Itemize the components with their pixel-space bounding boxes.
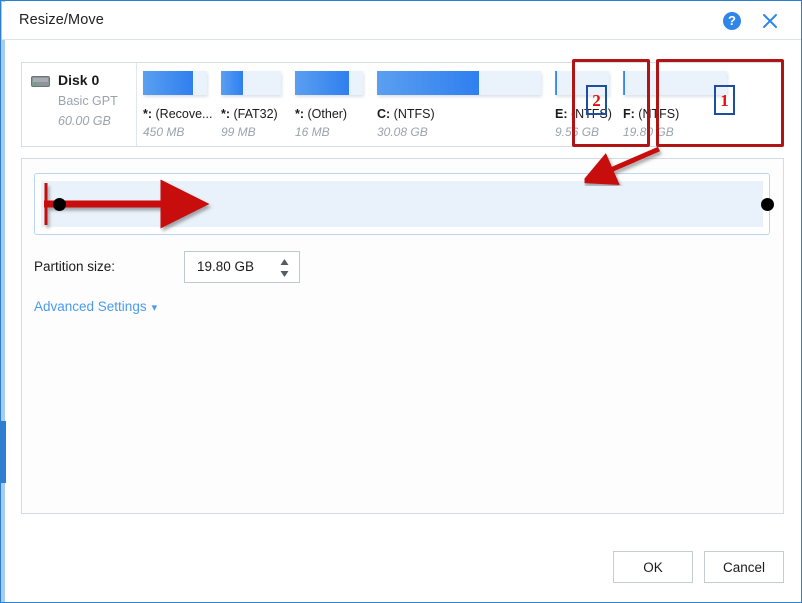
partition-label: *: (Other) bbox=[295, 107, 377, 121]
partition-label: E: (NTFS) bbox=[555, 107, 623, 121]
partition-usage-bar bbox=[623, 71, 727, 95]
partition-list: *: (Recove... 450 MB *: (FAT32) 99 MB *: (Ot… bbox=[137, 63, 783, 146]
disk-size: 60.00 GB bbox=[58, 114, 111, 128]
partition-size-text: 450 MB bbox=[143, 125, 185, 139]
partition-c-3[interactable]: C: (NTFS) 30.08 GB bbox=[377, 63, 555, 146]
window-left-accent-highlight bbox=[1, 421, 6, 483]
partition-filesystem: (NTFS) bbox=[567, 107, 612, 121]
advanced-settings-link[interactable]: Advanced Settings ▾ bbox=[34, 299, 157, 314]
disk-info: Disk 0 Basic GPT 60.00 GB bbox=[22, 63, 137, 146]
partition-usage-bar bbox=[555, 71, 609, 95]
partition-filesystem: (Other) bbox=[304, 107, 348, 121]
partition-size-text: 16 MB bbox=[295, 125, 330, 139]
ok-button[interactable]: OK bbox=[613, 551, 693, 583]
partition-label: C: (NTFS) bbox=[377, 107, 555, 121]
partition-*-2[interactable]: *: (Other) 16 MB bbox=[295, 63, 377, 146]
partition-size-value[interactable]: 19.80 GB bbox=[197, 259, 254, 274]
partition-label: *: (Recove... bbox=[143, 107, 221, 121]
partition-filesystem: (NTFS) bbox=[390, 107, 435, 121]
resize-handle-right[interactable] bbox=[761, 198, 774, 211]
partition-usage-bar bbox=[295, 71, 363, 95]
partition-size-text: 30.08 GB bbox=[377, 125, 428, 139]
resize-handle-left[interactable] bbox=[53, 198, 66, 211]
partition-drive-letter: C: bbox=[377, 107, 391, 121]
help-circle-icon[interactable]: ? bbox=[723, 12, 741, 30]
partition-used-fill bbox=[221, 71, 243, 95]
chevron-down-icon: ▾ bbox=[151, 302, 158, 314]
partition-f-5[interactable]: F: (NTFS) 19.80 GB bbox=[623, 63, 741, 146]
window-title: Resize/Move bbox=[19, 12, 104, 28]
stepper-arrows-icon[interactable] bbox=[279, 257, 290, 279]
partition-size-text: 19.80 GB bbox=[623, 125, 674, 139]
partition-used-fill bbox=[377, 71, 479, 95]
partition-size-slider[interactable] bbox=[34, 173, 774, 235]
partition-used-fill bbox=[623, 71, 626, 95]
partition-usage-bar bbox=[221, 71, 281, 95]
partition-size-label: Partition size: bbox=[34, 259, 116, 274]
partition-usage-bar bbox=[143, 71, 207, 95]
partition-drive-letter: E: bbox=[555, 107, 568, 121]
close-icon[interactable] bbox=[759, 10, 781, 32]
partition-e-4[interactable]: E: (NTFS) 9.56 GB bbox=[555, 63, 623, 146]
disk-panel: Disk 0 Basic GPT 60.00 GB *: (Recove... 4… bbox=[21, 62, 784, 147]
partition-drive-letter: F: bbox=[623, 107, 635, 121]
partition-used-fill bbox=[295, 71, 350, 95]
partition-used-fill bbox=[555, 71, 557, 95]
disk-name: Disk 0 bbox=[58, 72, 100, 88]
hard-disk-icon bbox=[31, 76, 50, 87]
partition-*-1[interactable]: *: (FAT32) 99 MB bbox=[221, 63, 295, 146]
partition-label: *: (FAT32) bbox=[221, 107, 295, 121]
partition-*-0[interactable]: *: (Recove... 450 MB bbox=[143, 63, 221, 146]
cancel-button[interactable]: Cancel bbox=[704, 551, 784, 583]
title-bar: Resize/Move ? bbox=[2, 2, 801, 40]
partition-size-text: 9.56 GB bbox=[555, 125, 600, 139]
disk-type: Basic GPT bbox=[58, 94, 118, 108]
partition-drive-letter: *: bbox=[221, 107, 231, 121]
window-left-accent bbox=[1, 1, 5, 602]
partition-drive-letter: *: bbox=[143, 107, 153, 121]
partition-size-text: 99 MB bbox=[221, 125, 256, 139]
partition-size-stepper[interactable]: 19.80 GB bbox=[184, 251, 300, 283]
partition-used-fill bbox=[143, 71, 193, 95]
partition-usage-bar bbox=[377, 71, 541, 95]
advanced-settings-label: Advanced Settings bbox=[34, 299, 147, 314]
partition-size-row: Partition size: 19.80 GB bbox=[34, 251, 734, 283]
slider-track[interactable] bbox=[41, 181, 763, 227]
main-panel: Partition size: 19.80 GB Advanced Settin… bbox=[21, 158, 784, 514]
partition-drive-letter: *: bbox=[295, 107, 305, 121]
partition-filesystem: (FAT32) bbox=[230, 107, 278, 121]
resize-move-dialog: Resize/Move ? Disk 0 Basic GPT 60.00 GB … bbox=[0, 0, 802, 603]
partition-filesystem: (Recove... bbox=[152, 107, 213, 121]
partition-filesystem: (NTFS) bbox=[634, 107, 680, 121]
partition-label: F: (NTFS) bbox=[623, 107, 741, 121]
